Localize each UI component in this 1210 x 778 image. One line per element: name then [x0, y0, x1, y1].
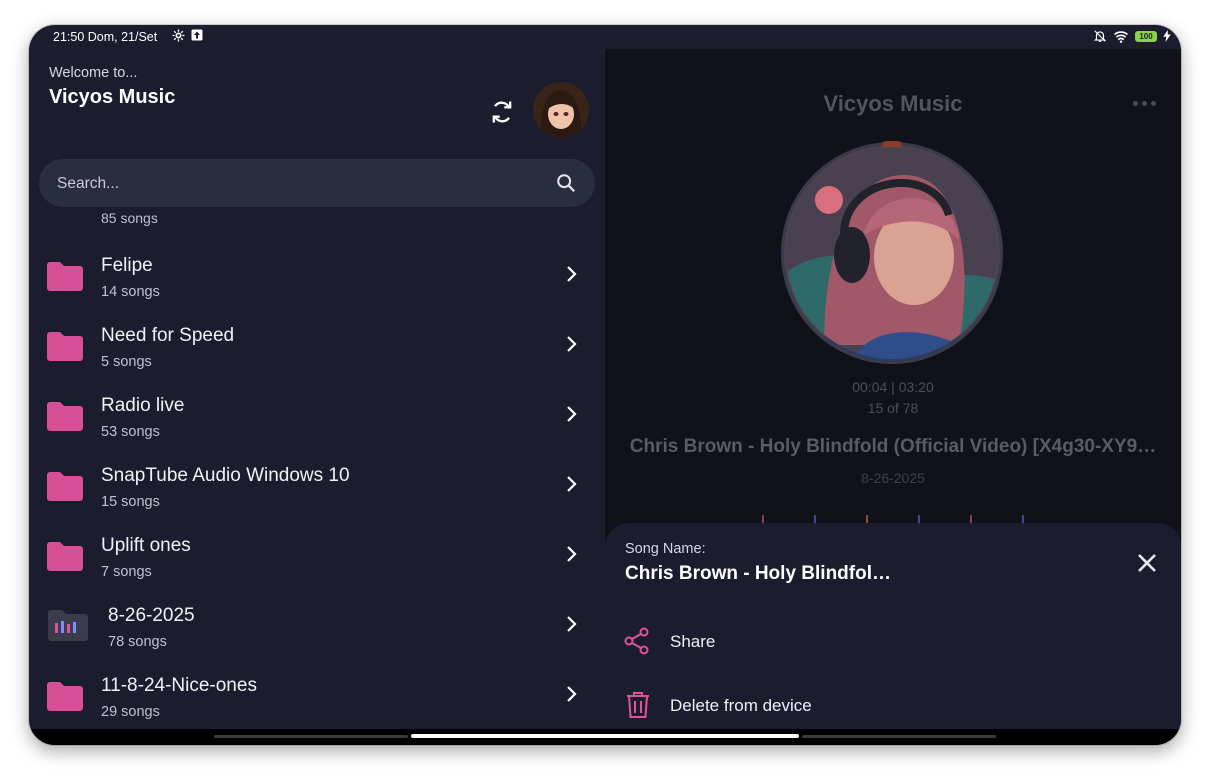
folder-name: Uplift ones [101, 535, 191, 556]
now-playing-title: Chris Brown - Holy Blindfold (Official V… [629, 436, 1157, 457]
folder-icon [47, 332, 83, 361]
partial-folder-count: 85 songs [101, 210, 158, 226]
gesture-navigation-bar [29, 729, 1181, 745]
folder-name: Felipe [101, 255, 153, 276]
status-bar: 21:50 Dom, 21/Set 100 [29, 25, 1181, 49]
folder-icon [47, 262, 83, 291]
folder-item-11-8-24-nice-ones[interactable]: 11-8-24-Nice-ones 29 songs [29, 659, 605, 729]
wifi-icon [1113, 30, 1129, 43]
search-input[interactable] [55, 171, 539, 197]
welcome-text: Welcome to... [49, 65, 138, 81]
nav-handle[interactable] [411, 734, 799, 738]
folder-icon [47, 472, 83, 501]
song-options-sheet: Song Name: Chris Brown - Holy Blindfol… … [605, 523, 1181, 729]
battery-icon: 100 [1135, 30, 1157, 42]
chevron-right-icon [567, 546, 577, 562]
folder-icon [47, 542, 83, 571]
avatar-image [540, 90, 582, 138]
trash-icon [627, 692, 649, 718]
folder-count: 78 songs [108, 634, 167, 650]
app-title: Vicyos Music [49, 86, 176, 108]
avatar[interactable] [533, 82, 589, 138]
folder-item-need-for-speed[interactable]: Need for Speed 5 songs [29, 309, 605, 379]
delete-button[interactable]: Delete from device [605, 679, 1181, 729]
upload-icon [191, 29, 203, 41]
now-playing-folder: 8-26-2025 [861, 470, 925, 486]
folder-name: 8-26-2025 [108, 605, 195, 626]
chevron-right-icon [567, 336, 577, 352]
folder-item-felipe[interactable]: Felipe 14 songs [29, 239, 605, 309]
song-name-label: Song Name: [625, 541, 706, 557]
status-left-icons [172, 29, 203, 42]
folder-icon [47, 682, 83, 711]
share-label: Share [670, 632, 716, 651]
device-screen: 21:50 Dom, 21/Set 100 Welcome to... Vicy… [29, 25, 1181, 745]
folder-name: 11-8-24-Nice-ones [101, 675, 257, 696]
folder-count: 7 songs [101, 564, 152, 580]
chevron-right-icon [567, 476, 577, 492]
folder-name: SnapTube Audio Windows 10 [101, 465, 350, 486]
charging-icon [1163, 30, 1171, 42]
share-icon [624, 627, 649, 655]
close-icon[interactable] [1135, 551, 1159, 575]
folder-name: Need for Speed [101, 325, 235, 346]
player-title: Vicyos Music [823, 91, 963, 116]
folder-count: 53 songs [101, 424, 160, 440]
gear-icon [172, 29, 185, 42]
playback-time: 00:04 | 03:20 [852, 379, 934, 395]
folder-icon [47, 402, 83, 431]
delete-label: Delete from device [670, 696, 812, 715]
folder-item-8-26-2025[interactable]: 8-26-2025 78 songs [29, 589, 605, 659]
library-panel: Welcome to... Vicyos Music 85 so [29, 49, 605, 729]
bell-off-icon [1093, 30, 1107, 42]
folder-name: Radio live [101, 395, 185, 416]
chevron-right-icon [567, 266, 577, 282]
chevron-right-icon [567, 686, 577, 702]
search-icon[interactable] [555, 172, 577, 194]
status-right-icons: 100 [1093, 29, 1171, 43]
album-art-image [786, 147, 998, 359]
chevron-right-icon [567, 616, 577, 632]
status-time: 21:50 Dom, 21/Set [53, 30, 158, 44]
folder-count: 29 songs [101, 704, 160, 720]
album-art [784, 141, 1000, 361]
search-bar [39, 159, 595, 207]
refresh-icon[interactable] [488, 98, 516, 126]
more-options-icon[interactable] [1133, 101, 1156, 106]
share-button[interactable]: Share [605, 615, 1181, 671]
chevron-right-icon [567, 406, 577, 422]
folder-count: 15 songs [101, 494, 160, 510]
track-position: 15 of 78 [867, 400, 919, 416]
nav-handle-left [214, 735, 408, 738]
folder-count: 5 songs [101, 354, 152, 370]
playing-folder-icon [48, 610, 88, 641]
folder-item-snaptube[interactable]: SnapTube Audio Windows 10 15 songs [29, 449, 605, 519]
folder-item-uplift-ones[interactable]: Uplift ones 7 songs [29, 519, 605, 589]
player-panel: Vicyos Music 00:04 | 03:20 15 of 78 Chri… [605, 49, 1181, 729]
folder-count: 14 songs [101, 284, 160, 300]
nav-handle-right [802, 735, 996, 738]
song-name-value: Chris Brown - Holy Blindfol… [625, 563, 891, 584]
folder-item-radio-live[interactable]: Radio live 53 songs [29, 379, 605, 449]
